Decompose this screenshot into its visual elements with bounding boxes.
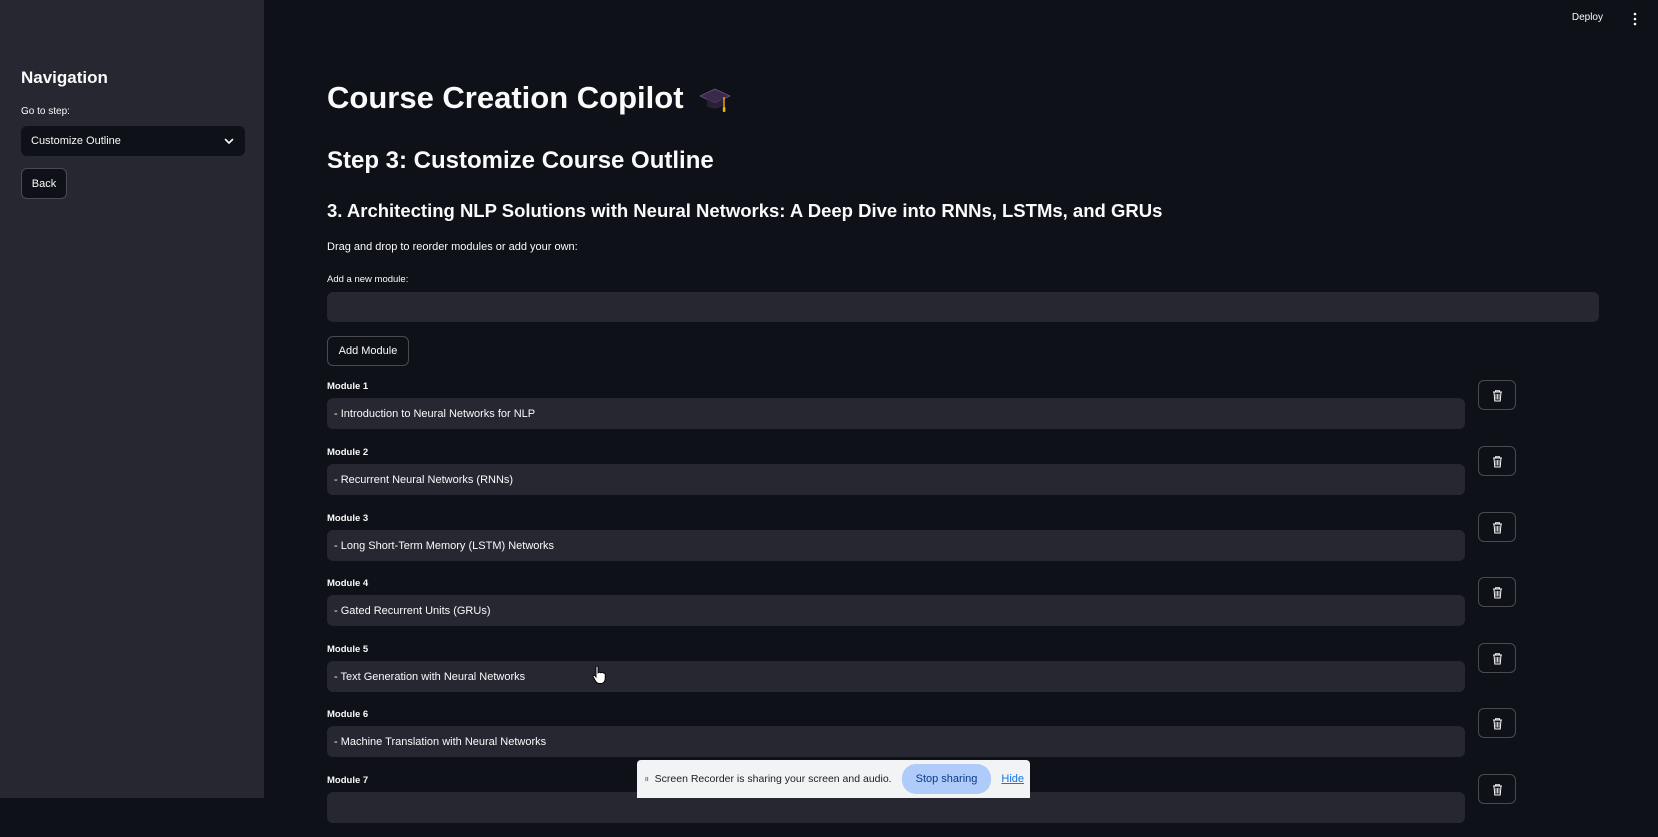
graduation-cap-icon bbox=[699, 88, 732, 112]
module-label: Module 5 bbox=[327, 644, 369, 655]
trash-icon bbox=[1492, 717, 1502, 729]
hide-link[interactable]: Hide bbox=[1001, 773, 1024, 785]
module-input[interactable]: - Long Short-Term Memory (LSTM) Networks bbox=[327, 530, 1465, 561]
module-label: Module 6 bbox=[327, 709, 369, 720]
screen-share-bar: Screen Recorder is sharing your screen a… bbox=[637, 760, 1030, 798]
module-row: Module 5 - Text Generation with Neural N… bbox=[327, 643, 1517, 706]
delete-module-button[interactable] bbox=[1478, 577, 1516, 607]
instructions-text: Drag and drop to reorder modules or add … bbox=[327, 241, 578, 253]
module-input[interactable]: - Text Generation with Neural Networks bbox=[327, 661, 1465, 692]
add-module-label: Add a new module: bbox=[327, 274, 409, 285]
module-row: Module 3 - Long Short-Term Memory (LSTM)… bbox=[327, 512, 1517, 575]
sidebar-title: Navigation bbox=[21, 68, 108, 87]
step-title: Step 3: Customize Course Outline bbox=[327, 147, 714, 174]
delete-module-button[interactable] bbox=[1478, 774, 1516, 804]
module-input[interactable]: - Introduction to Neural Networks for NL… bbox=[327, 398, 1465, 429]
delete-module-button[interactable] bbox=[1478, 708, 1516, 738]
trash-icon bbox=[1492, 389, 1502, 401]
module-label: Module 4 bbox=[327, 578, 369, 589]
step-select-value: Customize Outline bbox=[31, 135, 121, 147]
stop-sharing-button[interactable]: Stop sharing bbox=[901, 764, 992, 794]
page-title: Course Creation Copilot bbox=[327, 80, 732, 117]
module-label: Module 2 bbox=[327, 447, 369, 458]
course-title: 3. Architecting NLP Solutions with Neura… bbox=[327, 200, 1163, 221]
module-label: Module 1 bbox=[327, 381, 369, 392]
trash-icon bbox=[1492, 455, 1502, 467]
trash-icon bbox=[1492, 521, 1502, 533]
trash-icon bbox=[1492, 783, 1502, 795]
trash-icon bbox=[1492, 586, 1502, 598]
delete-module-button[interactable] bbox=[1478, 446, 1516, 476]
step-select-label: Go to step: bbox=[21, 106, 70, 117]
hand-cursor-icon bbox=[592, 665, 606, 684]
share-message: Screen Recorder is sharing your screen a… bbox=[654, 773, 892, 785]
add-module-input[interactable] bbox=[327, 292, 1599, 322]
chevron-down-icon bbox=[224, 138, 234, 144]
more-vertical-icon[interactable] bbox=[1632, 12, 1638, 26]
module-row: Module 2 - Recurrent Neural Networks (RN… bbox=[327, 446, 1517, 509]
trash-icon bbox=[1492, 652, 1502, 664]
sidebar: Navigation Go to step: Customize Outline… bbox=[0, 0, 264, 798]
step-select[interactable]: Customize Outline bbox=[21, 126, 245, 156]
delete-module-button[interactable] bbox=[1478, 643, 1516, 673]
deploy-button[interactable]: Deploy bbox=[1572, 12, 1603, 23]
module-input[interactable]: - Recurrent Neural Networks (RNNs) bbox=[327, 464, 1465, 495]
delete-module-button[interactable] bbox=[1478, 512, 1516, 542]
module-label: Module 7 bbox=[327, 775, 369, 786]
back-button[interactable]: Back bbox=[21, 168, 67, 199]
pause-icon bbox=[645, 776, 649, 782]
module-row: Module 1 - Introduction to Neural Networ… bbox=[327, 380, 1517, 443]
module-input[interactable]: - Gated Recurrent Units (GRUs) bbox=[327, 595, 1465, 626]
module-input[interactable]: - Machine Translation with Neural Networ… bbox=[327, 726, 1465, 757]
module-row: Module 4 - Gated Recurrent Units (GRUs) bbox=[327, 577, 1517, 640]
page-title-text: Course Creation Copilot bbox=[327, 80, 684, 115]
module-label: Module 3 bbox=[327, 513, 369, 524]
add-module-button[interactable]: Add Module bbox=[327, 336, 409, 366]
delete-module-button[interactable] bbox=[1478, 380, 1516, 410]
